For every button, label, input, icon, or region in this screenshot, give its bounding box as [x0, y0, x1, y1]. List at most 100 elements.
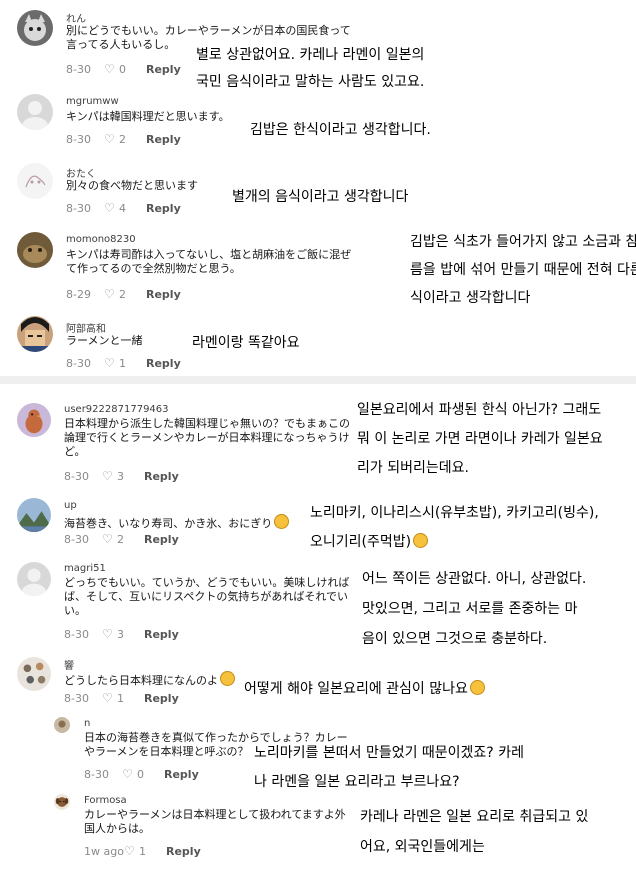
reply-button[interactable]: Reply	[146, 288, 181, 301]
comment-username[interactable]: おたく	[66, 165, 96, 180]
comment-text-line: い。	[64, 604, 86, 617]
comment-date: 8-30	[64, 470, 89, 483]
emoji-icon	[469, 680, 485, 695]
comment-text-line: やラーメンを日本料理と呼ぶの？	[84, 745, 249, 758]
comment-text-line: 日本料理から派生した韓国料理じゃ無いの？でもまぁこの	[64, 417, 350, 430]
bird-avatar[interactable]	[17, 403, 51, 437]
like-count: 2	[119, 133, 126, 146]
reply-button[interactable]: Reply	[146, 357, 181, 370]
translation-line: 별로 상관없어요. 카레나 라멘이 일본의	[196, 47, 425, 63]
like-heart-icon[interactable]: ♡	[104, 133, 115, 145]
comment-text-line: 言ってる人もいるし。	[66, 38, 176, 51]
reply-button[interactable]: Reply	[144, 470, 179, 483]
like-heart-icon[interactable]: ♡	[104, 288, 115, 300]
comment-text-line: どっちでもいい。ていうか、どうでもいい。美味しければ	[64, 576, 350, 589]
comment-username[interactable]: user9222871779463	[64, 404, 169, 415]
comment-text-line: ラーメンと一緒	[66, 334, 143, 347]
translation-line: 별개의 음식이라고 생각합니다	[232, 189, 409, 205]
landscape-avatar[interactable]	[17, 498, 51, 532]
reply-button[interactable]: Reply	[144, 533, 179, 546]
translation-line: 김밥은 식초가 들어가지 않고 소금과 참기	[410, 234, 636, 250]
translation-line: 김밥은 한식이라고 생각합니다.	[250, 122, 431, 138]
comment-username[interactable]: 響	[64, 657, 74, 672]
like-heart-icon[interactable]: ♡	[104, 357, 115, 369]
comment-text-line: 海苔巻き、いなり寿司、かき氷、おにぎり	[64, 514, 290, 531]
like-count: 3	[117, 470, 124, 483]
like-heart-icon[interactable]: ♡	[122, 768, 133, 780]
comment-date: 8-29	[66, 288, 91, 301]
comment-date: 8-30	[64, 533, 89, 546]
cat-photo-avatar[interactable]	[17, 10, 53, 46]
comment-date: 8-30	[64, 692, 89, 705]
dots-avatar[interactable]	[17, 657, 51, 691]
comment-username[interactable]: れん	[66, 10, 86, 25]
comment-text-line: 別々の食べ物だと思います	[66, 179, 198, 192]
like-heart-icon[interactable]: ♡	[104, 202, 115, 214]
reply-button[interactable]: Reply	[144, 628, 179, 641]
like-count: 2	[117, 533, 124, 546]
reply-button[interactable]: Reply	[144, 692, 179, 705]
reply-button[interactable]: Reply	[166, 845, 201, 858]
translation-line: 노리마키, 이나리스시(유부초밥), 카키고리(빙수),	[310, 505, 599, 521]
translation-line: 뭐 이 논리로 가면 라면이나 카레가 일본요	[357, 431, 603, 447]
like-count: 1	[139, 845, 146, 858]
animal-photo-avatar[interactable]	[17, 232, 53, 268]
translation-line: 국민 음식이라고 말하는 사람도 있고요.	[196, 74, 425, 90]
comment-username[interactable]: up	[64, 500, 77, 511]
emoji-icon	[274, 514, 290, 529]
like-heart-icon[interactable]: ♡	[102, 628, 113, 640]
emoji-icon	[413, 533, 429, 548]
reply-button[interactable]: Reply	[146, 202, 181, 215]
like-count: 1	[119, 357, 126, 370]
like-count: 1	[117, 692, 124, 705]
comment-date: 8-30	[66, 202, 91, 215]
anime-man-avatar[interactable]	[17, 316, 53, 352]
comment-text-line: ば、そして、互いにリスペクトの気持ちがあればそれでい	[64, 590, 349, 603]
translation-line: 일본요리에서 파생된 한식 아닌가? 그래도	[357, 402, 602, 418]
screenshot-divider	[0, 376, 636, 384]
like-heart-icon[interactable]: ♡	[104, 63, 115, 75]
small-photo-avatar[interactable]	[54, 717, 70, 733]
translation-line: 오니기리(주먹밥)	[310, 529, 429, 556]
comment-text-line: て作ってるので全然別物だと思う。	[66, 262, 241, 275]
like-count: 3	[117, 628, 124, 641]
translation-line: 름을 밥에 섞어 만들기 때문에 전혀 다른 음	[410, 262, 636, 278]
sketch-avatar[interactable]	[17, 163, 53, 199]
translation-line: 노리마키를 본떠서 만들었기 때문이겠죠? 카레	[254, 745, 524, 761]
translation-line: 나 라멘을 일본 요리라고 부르나요?	[254, 774, 460, 790]
translation-line: 식이라고 생각합니다	[410, 290, 531, 306]
like-heart-icon[interactable]: ♡	[102, 470, 113, 482]
comment-text-line: どうしたら日本料理になんのよ	[64, 671, 235, 688]
comment-username[interactable]: magri51	[64, 563, 106, 574]
default-avatar[interactable]	[17, 562, 51, 596]
comment-text-line: 論理で行くとラーメンやカレーが日本料理になっちゃうけ	[64, 431, 350, 444]
comment-username[interactable]: n	[84, 718, 90, 729]
reply-button[interactable]: Reply	[146, 133, 181, 146]
comment-username[interactable]: mgrumww	[66, 96, 119, 107]
translation-line: 맛있으면, 그리고 서로를 존중하는 마	[362, 601, 578, 617]
comment-text-line: 別にどうでもいい。カレーやラーメンが日本の国民食って	[66, 24, 351, 37]
reply-button[interactable]: Reply	[164, 768, 199, 781]
comment-username[interactable]: momono8230	[66, 234, 136, 245]
translation-line: 라멘이랑 똑같아요	[192, 335, 300, 351]
emoji-icon	[220, 671, 235, 686]
like-heart-icon[interactable]: ♡	[102, 692, 113, 704]
like-count: 4	[119, 202, 126, 215]
translation-line: 어떻게 해야 일본요리에 관심이 많나요	[244, 676, 485, 703]
translation-line: 어느 쪽이든 상관없다. 아니, 상관없다.	[362, 571, 587, 587]
like-heart-icon[interactable]: ♡	[124, 845, 135, 857]
like-heart-icon[interactable]: ♡	[102, 533, 113, 545]
like-count: 0	[119, 63, 126, 76]
comment-date: 8-30	[66, 357, 91, 370]
comment-text-line: ど。	[64, 445, 86, 458]
comment-date: 8-30	[84, 768, 109, 781]
translation-line: 리가 되버리는데요.	[357, 460, 469, 476]
comment-text-line: 国人からは。	[84, 822, 150, 835]
like-count: 2	[119, 288, 126, 301]
comment-username[interactable]: Formosa	[84, 795, 127, 806]
default-avatar[interactable]	[17, 94, 53, 130]
dog-avatar[interactable]	[54, 794, 70, 810]
comment-date: 8-30	[66, 63, 91, 76]
comment-username[interactable]: 阿部高和	[66, 320, 106, 335]
reply-button[interactable]: Reply	[146, 63, 181, 76]
